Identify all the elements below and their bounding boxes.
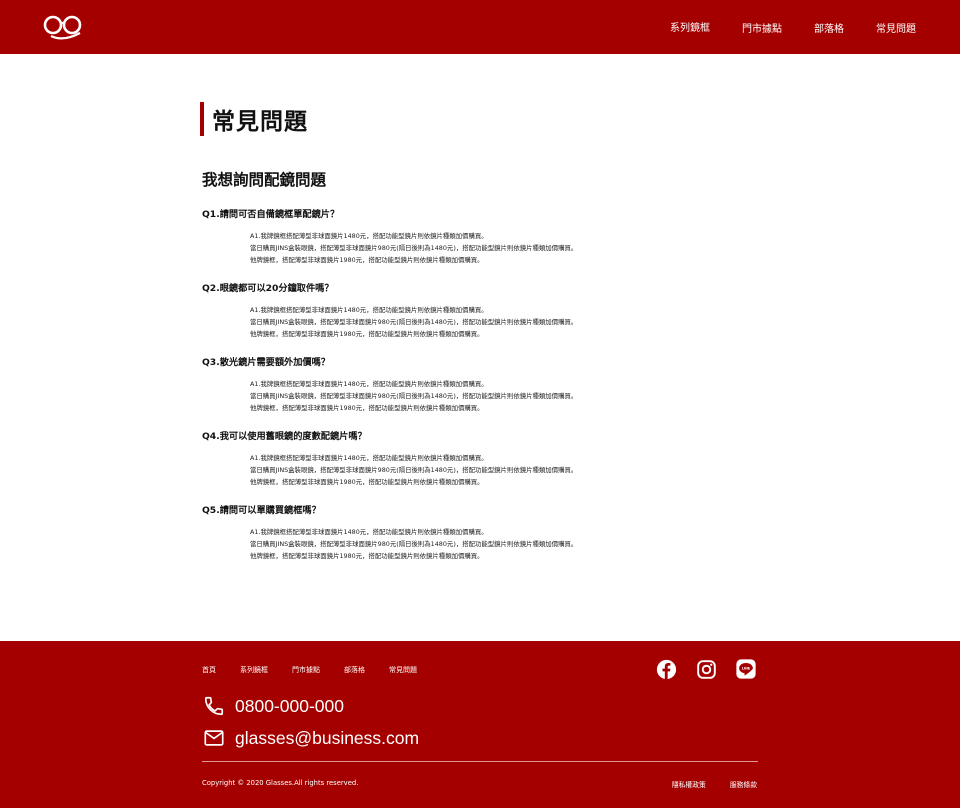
phone-number[interactable]: 0800-000-000 (235, 696, 344, 717)
faq-answer: A1.我牌鏡框搭配薄型非球面鏡片1480元，搭配功能型鏡片則依鏡片種類加價購買。… (250, 452, 722, 488)
faq-answer-line: 當日購買JINS盒裝眼鏡，搭配薄型非球面鏡片980元(隔日後則為1480元)，搭… (250, 318, 578, 326)
footer-nav-stores[interactable]: 門市據點 (292, 665, 320, 675)
faq-answer: A1.我牌鏡框搭配薄型非球面鏡片1480元，搭配功能型鏡片則依鏡片種類加價購買。… (250, 230, 722, 266)
faq-question[interactable]: Q5.請問可以單購買鏡框嗎？ (202, 504, 722, 518)
faq-item: Q4.我可以使用舊眼鏡的度數配鏡片嗎？ A1.我牌鏡框搭配薄型非球面鏡片1480… (202, 430, 722, 504)
faq-question[interactable]: Q1.請問可否自備鏡框單配鏡片？ (202, 208, 722, 222)
nav-item-frames[interactable]: 系列鏡框 (670, 19, 710, 34)
email-address[interactable]: glasses@business.com (235, 728, 419, 749)
faq-answer-line: 當日購買JINS盒裝眼鏡，搭配薄型非球面鏡片980元(隔日後則為1480元)，搭… (250, 244, 578, 252)
page-title-block: 常見問題 (200, 102, 308, 136)
faq-question[interactable]: Q2.眼鏡都可以20分鐘取件嗎？ (202, 282, 722, 296)
email-contact: glasses@business.com (203, 727, 419, 749)
terms-of-service-link[interactable]: 服務條款 (730, 779, 757, 789)
faq-answer-line: 當日購買JINS盒裝眼鏡，搭配薄型非球面鏡片980元(隔日後則為1480元)，搭… (250, 392, 578, 400)
faq-item: Q3.散光鏡片需要額外加價嗎？ A1.我牌鏡框搭配薄型非球面鏡片1480元，搭配… (202, 356, 722, 430)
nav-item-faq[interactable]: 常見問題 (876, 20, 916, 35)
mail-icon (204, 730, 224, 746)
faq-question[interactable]: Q3.散光鏡片需要額外加價嗎？ (202, 356, 722, 370)
faq-answer: A1.我牌鏡框搭配薄型非球面鏡片1480元，搭配功能型鏡片則依鏡片種類加價購買。… (250, 526, 722, 562)
faq-answer-line: A1.我牌鏡框搭配薄型非球面鏡片1480元，搭配功能型鏡片則依鏡片種類加價購買。 (250, 232, 488, 240)
faq-item: Q2.眼鏡都可以20分鐘取件嗎？ A1.我牌鏡框搭配薄型非球面鏡片1480元，搭… (202, 282, 722, 356)
footer-divider (202, 761, 758, 762)
faq-list: Q1.請問可否自備鏡框單配鏡片？ A1.我牌鏡框搭配薄型非球面鏡片1480元，搭… (202, 208, 722, 578)
faq-answer-line: A1.我牌鏡框搭配薄型非球面鏡片1480元，搭配功能型鏡片則依鏡片種類加價購買。 (250, 528, 488, 536)
privacy-policy-link[interactable]: 隱私權政策 (672, 779, 706, 789)
faq-answer: A1.我牌鏡框搭配薄型非球面鏡片1480元，搭配功能型鏡片則依鏡片種類加價購買。… (250, 304, 722, 340)
social-links: LINE (637, 658, 757, 680)
faq-answer-line: 他牌鏡框，搭配薄型非球面鏡片1980元，搭配功能型鏡片則依鏡片種類加價購買。 (250, 552, 484, 560)
footer-nav-frames[interactable]: 系列鏡框 (240, 665, 268, 675)
glasses-logo-icon[interactable] (43, 12, 85, 40)
faq-answer-line: A1.我牌鏡框搭配薄型非球面鏡片1480元，搭配功能型鏡片則依鏡片種類加價購買。 (250, 306, 488, 314)
faq-answer-line: 他牌鏡框，搭配薄型非球面鏡片1980元，搭配功能型鏡片則依鏡片種類加價購買。 (250, 404, 484, 412)
faq-item: Q5.請問可以單購買鏡框嗎？ A1.我牌鏡框搭配薄型非球面鏡片1480元，搭配功… (202, 504, 722, 578)
nav-item-stores[interactable]: 門市據點 (742, 20, 782, 35)
footer-nav-home[interactable]: 首頁 (202, 665, 216, 675)
copyright-text: Copyright © 2020 Glasses.All rights rese… (202, 779, 359, 787)
faq-answer: A1.我牌鏡框搭配薄型非球面鏡片1480元，搭配功能型鏡片則依鏡片種類加價購買。… (250, 378, 722, 414)
faq-answer-line: 他牌鏡框，搭配薄型非球面鏡片1980元，搭配功能型鏡片則依鏡片種類加價購買。 (250, 478, 484, 486)
faq-question[interactable]: Q4.我可以使用舊眼鏡的度數配鏡片嗎？ (202, 430, 722, 444)
nav-item-blog[interactable]: 部落格 (814, 20, 844, 35)
faq-answer-line: 當日購買JINS盒裝眼鏡，搭配薄型非球面鏡片980元(隔日後則為1480元)，搭… (250, 466, 578, 474)
main-nav: 系列鏡框 門市據點 部落格 常見問題 (638, 0, 916, 54)
legal-links: 隱私權政策 服務條款 (648, 779, 757, 789)
faq-answer-line: 他牌鏡框，搭配薄型非球面鏡片1980元，搭配功能型鏡片則依鏡片種類加價購買。 (250, 330, 484, 338)
faq-answer-line: 當日購買JINS盒裝眼鏡，搭配薄型非球面鏡片980元(隔日後則為1480元)，搭… (250, 540, 578, 548)
faq-answer-line: A1.我牌鏡框搭配薄型非球面鏡片1480元，搭配功能型鏡片則依鏡片種類加價購買。 (250, 454, 488, 462)
faq-answer-line: A1.我牌鏡框搭配薄型非球面鏡片1480元，搭配功能型鏡片則依鏡片種類加價購買。 (250, 380, 488, 388)
site-footer: 首頁 系列鏡框 門市據點 部落格 常見問題 LINE 0800-000-000 … (0, 641, 960, 808)
facebook-icon[interactable] (655, 658, 677, 680)
section-title: 我想詢問配鏡問題 (202, 171, 327, 189)
svg-text:LINE: LINE (742, 667, 751, 671)
line-icon[interactable]: LINE (735, 658, 757, 680)
instagram-icon[interactable] (695, 658, 717, 680)
phone-icon (204, 696, 224, 716)
main-content: 常見問題 我想詢問配鏡問題 Q1.請問可否自備鏡框單配鏡片？ A1.我牌鏡框搭配… (0, 54, 960, 641)
page-title: 常見問題 (212, 109, 308, 135)
footer-nav: 首頁 系列鏡框 門市據點 部落格 常見問題 (202, 665, 441, 675)
phone-contact: 0800-000-000 (203, 695, 344, 717)
footer-nav-blog[interactable]: 部落格 (344, 665, 365, 675)
site-header: 系列鏡框 門市據點 部落格 常見問題 (0, 0, 960, 54)
faq-item: Q1.請問可否自備鏡框單配鏡片？ A1.我牌鏡框搭配薄型非球面鏡片1480元，搭… (202, 208, 722, 282)
faq-answer-line: 他牌鏡框，搭配薄型非球面鏡片1980元，搭配功能型鏡片則依鏡片種類加價購買。 (250, 256, 484, 264)
footer-nav-faq[interactable]: 常見問題 (389, 665, 417, 675)
